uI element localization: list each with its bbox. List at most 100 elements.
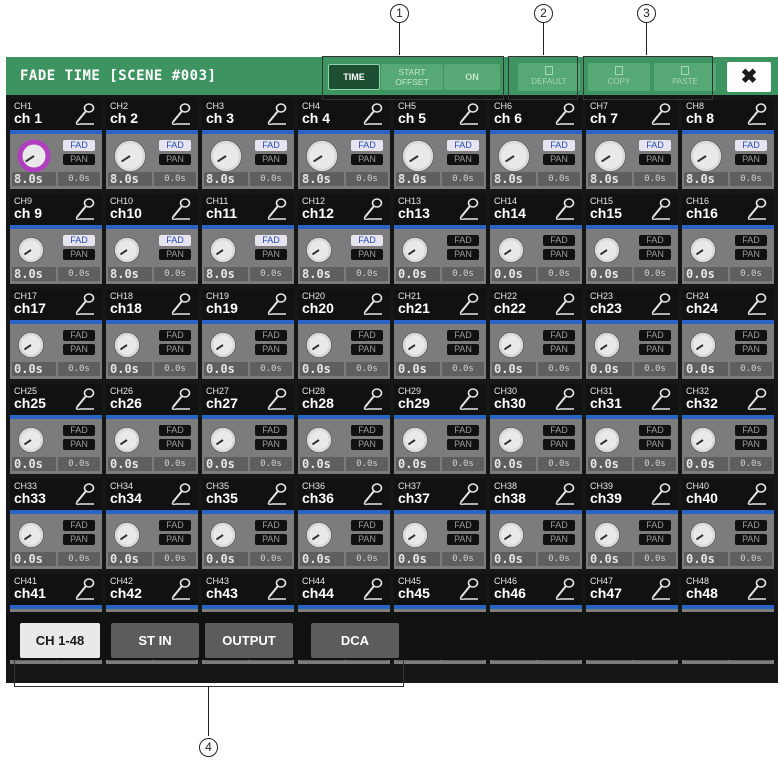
channel-cell[interactable]: CH36 ch36 FAD PAN 0.0s 0.0s: [298, 479, 390, 569]
pan-toggle[interactable]: PAN: [255, 439, 287, 450]
pan-toggle[interactable]: PAN: [255, 249, 287, 260]
channel-cell[interactable]: CH22 ch22 FAD PAN 0.0s 0.0s: [490, 289, 582, 379]
fad-toggle[interactable]: FAD: [255, 425, 287, 436]
fad-toggle[interactable]: FAD: [735, 425, 767, 436]
pan-toggle[interactable]: PAN: [351, 249, 383, 260]
channel-cell[interactable]: CH27 ch27 FAD PAN 0.0s 0.0s: [202, 384, 294, 474]
channel-cell[interactable]: CH19 ch19 FAD PAN 0.0s 0.0s: [202, 289, 294, 379]
fad-toggle[interactable]: FAD: [63, 520, 95, 531]
pan-toggle[interactable]: PAN: [255, 154, 287, 165]
pan-toggle[interactable]: PAN: [159, 344, 191, 355]
fad-toggle[interactable]: FAD: [351, 235, 383, 246]
channel-cell[interactable]: CH37 ch37 FAD PAN 0.0s 0.0s: [394, 479, 486, 569]
channel-cell[interactable]: CH9 ch 9 FAD PAN 8.0s 0.0s: [10, 194, 102, 284]
pan-toggle[interactable]: PAN: [447, 249, 479, 260]
channel-cell[interactable]: CH33 ch33 FAD PAN 0.0s 0.0s: [10, 479, 102, 569]
channel-cell[interactable]: CH4 ch 4 FAD PAN 8.0s 0.0s: [298, 99, 390, 189]
channel-cell[interactable]: CH7 ch 7 FAD PAN 8.0s 0.0s: [586, 99, 678, 189]
tab-output[interactable]: OUTPUT: [205, 623, 293, 658]
channel-cell[interactable]: CH32 ch32 FAD PAN 0.0s 0.0s: [682, 384, 774, 474]
fad-toggle[interactable]: FAD: [63, 330, 95, 341]
tab-st-in[interactable]: ST IN: [111, 623, 199, 658]
channel-cell[interactable]: CH12 ch12 FAD PAN 8.0s 0.0s: [298, 194, 390, 284]
channel-cell[interactable]: CH26 ch26 FAD PAN 0.0s 0.0s: [106, 384, 198, 474]
channel-cell[interactable]: CH17 ch17 FAD PAN 0.0s 0.0s: [10, 289, 102, 379]
channel-cell[interactable]: CH39 ch39 FAD PAN 0.0s 0.0s: [586, 479, 678, 569]
pan-toggle[interactable]: PAN: [63, 534, 95, 545]
pan-toggle[interactable]: PAN: [351, 534, 383, 545]
pan-toggle[interactable]: PAN: [639, 344, 671, 355]
fad-toggle[interactable]: FAD: [351, 520, 383, 531]
channel-cell[interactable]: CH2 ch 2 FAD PAN 8.0s 0.0s: [106, 99, 198, 189]
fad-toggle[interactable]: FAD: [543, 425, 575, 436]
pan-toggle[interactable]: PAN: [639, 154, 671, 165]
pan-toggle[interactable]: PAN: [351, 344, 383, 355]
fad-toggle[interactable]: FAD: [447, 330, 479, 341]
channel-cell[interactable]: CH20 ch20 FAD PAN 0.0s 0.0s: [298, 289, 390, 379]
pan-toggle[interactable]: PAN: [159, 249, 191, 260]
channel-cell[interactable]: CH34 ch34 FAD PAN 0.0s 0.0s: [106, 479, 198, 569]
fad-toggle[interactable]: FAD: [159, 520, 191, 531]
pan-toggle[interactable]: PAN: [255, 344, 287, 355]
pan-toggle[interactable]: PAN: [159, 154, 191, 165]
pan-toggle[interactable]: PAN: [447, 344, 479, 355]
fad-toggle[interactable]: FAD: [159, 425, 191, 436]
fad-toggle[interactable]: FAD: [543, 140, 575, 151]
fad-toggle[interactable]: FAD: [543, 520, 575, 531]
channel-cell[interactable]: CH6 ch 6 FAD PAN 8.0s 0.0s: [490, 99, 582, 189]
tab-ch-1-48[interactable]: CH 1-48: [20, 623, 100, 658]
fad-toggle[interactable]: FAD: [351, 425, 383, 436]
fad-toggle[interactable]: FAD: [735, 140, 767, 151]
fad-toggle[interactable]: FAD: [639, 520, 671, 531]
channel-cell[interactable]: CH10 ch10 FAD PAN 8.0s 0.0s: [106, 194, 198, 284]
channel-cell[interactable]: CH14 ch14 FAD PAN 0.0s 0.0s: [490, 194, 582, 284]
pan-toggle[interactable]: PAN: [639, 249, 671, 260]
tab-dca[interactable]: DCA: [311, 623, 399, 658]
fad-toggle[interactable]: FAD: [255, 520, 287, 531]
pan-toggle[interactable]: PAN: [639, 534, 671, 545]
pan-toggle[interactable]: PAN: [543, 344, 575, 355]
channel-cell[interactable]: CH16 ch16 FAD PAN 0.0s 0.0s: [682, 194, 774, 284]
channel-cell[interactable]: CH31 ch31 FAD PAN 0.0s 0.0s: [586, 384, 678, 474]
pan-toggle[interactable]: PAN: [159, 534, 191, 545]
fad-toggle[interactable]: FAD: [351, 330, 383, 341]
channel-cell[interactable]: CH11 ch11 FAD PAN 8.0s 0.0s: [202, 194, 294, 284]
channel-cell[interactable]: CH38 ch38 FAD PAN 0.0s 0.0s: [490, 479, 582, 569]
pan-toggle[interactable]: PAN: [447, 154, 479, 165]
pan-toggle[interactable]: PAN: [447, 439, 479, 450]
close-button[interactable]: ✖: [727, 62, 771, 92]
fad-toggle[interactable]: FAD: [543, 330, 575, 341]
channel-cell[interactable]: CH40 ch40 FAD PAN 0.0s 0.0s: [682, 479, 774, 569]
channel-cell[interactable]: CH24 ch24 FAD PAN 0.0s 0.0s: [682, 289, 774, 379]
pan-toggle[interactable]: PAN: [543, 534, 575, 545]
fad-toggle[interactable]: FAD: [447, 520, 479, 531]
pan-toggle[interactable]: PAN: [735, 534, 767, 545]
pan-toggle[interactable]: PAN: [447, 534, 479, 545]
fad-toggle[interactable]: FAD: [63, 235, 95, 246]
fad-toggle[interactable]: FAD: [735, 235, 767, 246]
channel-cell[interactable]: CH25 ch25 FAD PAN 0.0s 0.0s: [10, 384, 102, 474]
channel-cell[interactable]: CH35 ch35 FAD PAN 0.0s 0.0s: [202, 479, 294, 569]
pan-toggle[interactable]: PAN: [543, 439, 575, 450]
channel-cell[interactable]: CH18 ch18 FAD PAN 0.0s 0.0s: [106, 289, 198, 379]
channel-cell[interactable]: CH15 ch15 FAD PAN 0.0s 0.0s: [586, 194, 678, 284]
fad-toggle[interactable]: FAD: [159, 330, 191, 341]
fad-toggle[interactable]: FAD: [639, 140, 671, 151]
channel-cell[interactable]: CH1 ch 1 FAD PAN 8.0s 0.0s: [10, 99, 102, 189]
fad-toggle[interactable]: FAD: [735, 330, 767, 341]
pan-toggle[interactable]: PAN: [63, 154, 95, 165]
pan-toggle[interactable]: PAN: [63, 344, 95, 355]
pan-toggle[interactable]: PAN: [255, 534, 287, 545]
fad-toggle[interactable]: FAD: [63, 425, 95, 436]
fad-toggle[interactable]: FAD: [447, 140, 479, 151]
pan-toggle[interactable]: PAN: [735, 249, 767, 260]
fad-toggle[interactable]: FAD: [159, 140, 191, 151]
pan-toggle[interactable]: PAN: [543, 154, 575, 165]
pan-toggle[interactable]: PAN: [63, 439, 95, 450]
fad-toggle[interactable]: FAD: [255, 140, 287, 151]
fad-toggle[interactable]: FAD: [639, 330, 671, 341]
fad-toggle[interactable]: FAD: [351, 140, 383, 151]
fad-toggle[interactable]: FAD: [639, 425, 671, 436]
fad-toggle[interactable]: FAD: [159, 235, 191, 246]
channel-cell[interactable]: CH8 ch 8 FAD PAN 8.0s 0.0s: [682, 99, 774, 189]
